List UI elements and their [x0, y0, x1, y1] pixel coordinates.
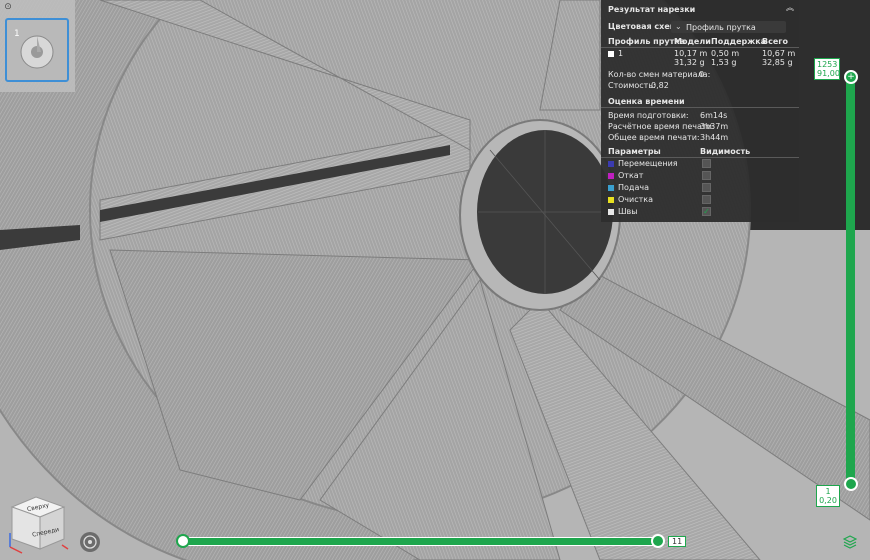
retract-color-swatch [608, 173, 614, 179]
models-weight: 31,32 g [674, 58, 705, 67]
print-time-value: 3h37m [700, 122, 729, 131]
prep-time-label: Время подготовки: [608, 111, 689, 120]
models-length: 10,17 m [674, 49, 708, 58]
target-icon [83, 535, 97, 549]
visibility-checkbox-wipe[interactable] [702, 195, 711, 204]
param-label-seams: Швы [618, 207, 638, 216]
param-label-travel: Перемещения [618, 159, 678, 168]
move-slider-start-handle[interactable] [176, 534, 190, 548]
layer-bottom-label: 1 0,20 [816, 485, 840, 507]
total-weight: 32,85 g [762, 58, 793, 67]
color-scheme-select[interactable]: ⌄ Профиль прутка [671, 21, 786, 33]
collapse-sidebar-icon[interactable]: ⊙ [2, 1, 14, 13]
param-label-wipe: Очистка [618, 195, 654, 204]
plate-thumbnail-panel: ⊙ 1 [0, 0, 75, 92]
visibility-checkbox-travel[interactable] [702, 159, 711, 168]
layer-top-handle[interactable]: + [844, 70, 858, 84]
travel-color-swatch [608, 161, 614, 167]
layer-bottom-number: 1 [825, 487, 831, 496]
layer-top-height: 91,00 [817, 69, 840, 78]
print-time-label: Расчётное время печати: [608, 122, 715, 131]
param-label-feed: Подача [618, 183, 649, 192]
header-support: Поддержка [711, 37, 767, 46]
reset-view-button[interactable] [80, 532, 100, 552]
header-total: Всего [762, 37, 788, 46]
material-changes-value: 0 [699, 70, 705, 79]
visibility-checkbox-feed[interactable] [702, 183, 711, 192]
filament-name: 1 [618, 49, 624, 58]
time-estimate-title: Оценка времени [608, 97, 685, 106]
view-cube[interactable]: Сверху Спереди [2, 493, 72, 559]
move-slider-value: 11 [668, 536, 687, 547]
slice-result-title: Результат нарезки [608, 5, 696, 14]
chevron-down-icon: ⌄ [675, 22, 682, 31]
layer-slider-track[interactable] [846, 76, 855, 485]
cost-value: 0,82 [651, 81, 669, 90]
plate-card[interactable]: 1 [5, 18, 69, 82]
header-models: Модели [674, 37, 711, 46]
layer-bottom-handle[interactable] [844, 477, 858, 491]
layer-top-label: 1253 91,00 [814, 58, 840, 80]
material-changes-label: Кол-во смен материала: [608, 70, 711, 79]
param-label-retract: Откат [618, 171, 644, 180]
support-weight: 1,53 g [711, 58, 737, 67]
total-length: 10,67 m [762, 49, 796, 58]
visibility-checkbox-seams[interactable]: ✓ [702, 207, 711, 216]
cost-label: Стоимость: [608, 81, 656, 90]
filament-color-swatch [608, 51, 614, 57]
visibility-header: Видимость [700, 147, 751, 156]
support-length: 0,50 m [711, 49, 740, 58]
wipe-color-swatch [608, 197, 614, 203]
seams-color-swatch [608, 209, 614, 215]
collapse-panel-icon[interactable]: ︽ [785, 3, 795, 13]
total-time-value: 3h44m [700, 133, 729, 142]
move-slider-track[interactable] [178, 537, 662, 546]
visibility-checkbox-retract[interactable] [702, 171, 711, 180]
total-time-label: Общее время печати: [608, 133, 700, 142]
params-header: Параметры [608, 147, 661, 156]
layers-icon [842, 535, 858, 549]
move-slider-end-handle[interactable] [651, 534, 665, 548]
layers-toggle-button[interactable] [842, 534, 858, 549]
plate-preview-icon [20, 35, 54, 69]
prep-time-value: 6m14s [700, 111, 728, 120]
feed-color-swatch [608, 185, 614, 191]
color-scheme-value: Профиль прутка [686, 23, 756, 32]
layer-top-number: 1253 [817, 60, 838, 69]
slice-result-panel: Результат нарезки ︽ Цветовая схема ⌄ Про… [601, 0, 799, 222]
layer-bottom-height: 0,20 [819, 496, 837, 505]
